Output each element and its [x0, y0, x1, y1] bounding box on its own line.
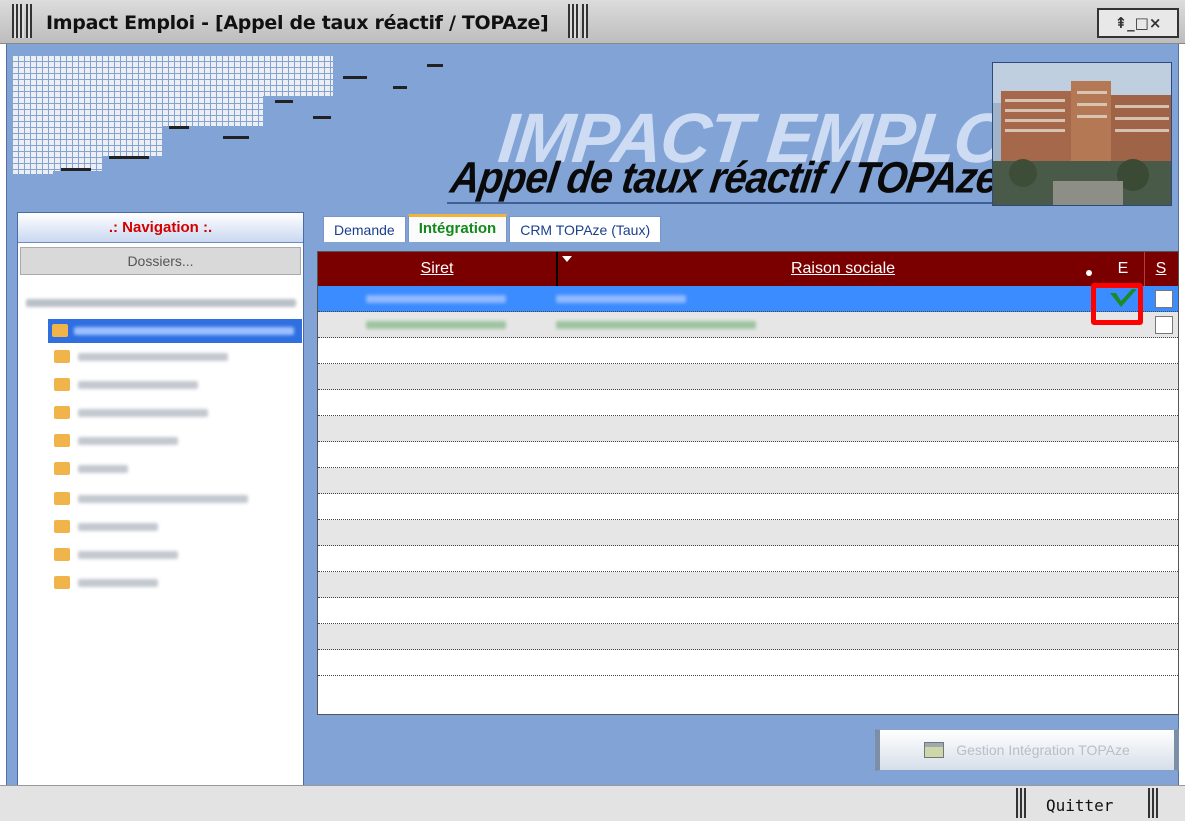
tree-item[interactable]	[54, 489, 294, 511]
table-icon	[924, 742, 945, 758]
column-header-e[interactable]: E	[1112, 252, 1134, 286]
dossiers-button[interactable]: Dossiers...	[20, 247, 301, 275]
application-window: Impact Emploi - [Appel de taux réactif /…	[0, 0, 1185, 821]
checkbox-s[interactable]	[1155, 316, 1173, 334]
navigation-title: .: Navigation :.	[18, 213, 303, 243]
redacted-text	[78, 409, 208, 417]
redacted-cell	[556, 321, 756, 329]
column-header-s[interactable]: S	[1150, 252, 1172, 286]
tree-item[interactable]	[54, 347, 294, 369]
folder-icon	[54, 462, 70, 475]
table-row[interactable]	[318, 624, 1178, 650]
tab-integration[interactable]: Intégration	[407, 214, 508, 242]
grip-icon	[568, 4, 580, 38]
table-row[interactable]	[318, 442, 1178, 468]
tree-item[interactable]	[54, 375, 294, 397]
folder-icon	[54, 434, 70, 447]
redacted-cell	[366, 321, 506, 329]
redacted-text	[78, 465, 128, 473]
tree-item[interactable]	[54, 403, 294, 425]
header-banner: IMPACT EMPLOI Appel de taux réactif / TO…	[6, 44, 1179, 208]
title-underline	[447, 202, 997, 204]
redacted-text	[78, 353, 228, 361]
redacted-text	[78, 579, 158, 587]
quitter-label: Quitter	[1046, 795, 1114, 815]
table-row[interactable]	[318, 520, 1178, 546]
folder-icon	[54, 378, 70, 391]
page-title: Appel de taux réactif / TOPAze	[447, 153, 1001, 203]
tab-bar: Demande Intégration CRM TOPAze (Taux)	[323, 214, 663, 242]
column-header-siret[interactable]: Siret	[318, 252, 556, 286]
table-row[interactable]	[318, 598, 1178, 624]
gestion-integration-button[interactable]: Gestion Intégration TOPAze	[875, 729, 1179, 771]
table-row[interactable]	[318, 390, 1178, 416]
grid-rows	[318, 286, 1178, 676]
grip-icon	[26, 4, 32, 38]
grip-icon	[12, 4, 24, 38]
table-row[interactable]	[318, 338, 1178, 364]
window-controls[interactable]: ⇞_□×	[1097, 8, 1179, 38]
tree-item-selected[interactable]	[48, 319, 302, 343]
table-row[interactable]	[318, 364, 1178, 390]
table-row[interactable]	[318, 494, 1178, 520]
folder-icon	[52, 324, 68, 337]
table-row[interactable]	[318, 650, 1178, 676]
title-bar[interactable]: Impact Emploi - [Appel de taux réactif /…	[0, 0, 1185, 44]
column-header-raison-sociale[interactable]: Raison sociale	[558, 252, 1128, 286]
column-divider	[1144, 252, 1145, 286]
redacted-text	[26, 299, 296, 307]
table-row[interactable]	[318, 468, 1178, 494]
folder-icon	[54, 576, 70, 589]
table-row[interactable]	[318, 416, 1178, 442]
folder-icon	[54, 548, 70, 561]
integration-grid: Siret Raison sociale E S	[317, 251, 1179, 715]
pixel-logo-icon	[13, 56, 453, 196]
redacted-text	[78, 523, 158, 531]
grip-icon	[582, 4, 588, 38]
tree-root-item[interactable]	[22, 293, 300, 315]
tree-item[interactable]	[54, 431, 294, 453]
window-controls-glyphs[interactable]: ⇞_□×	[1115, 14, 1162, 32]
tree-item[interactable]	[54, 573, 294, 595]
window-title: Impact Emploi - [Appel de taux réactif /…	[46, 12, 549, 34]
highlight-box	[1091, 283, 1143, 325]
redacted-text	[78, 495, 248, 503]
status-bar: Quitter	[0, 785, 1185, 821]
table-row[interactable]	[318, 546, 1178, 572]
folder-icon	[54, 350, 70, 363]
gestion-integration-label: Gestion Intégration TOPAze	[956, 742, 1130, 758]
tab-crm-topaze[interactable]: CRM TOPAze (Taux)	[509, 216, 662, 242]
tree-item[interactable]	[54, 517, 294, 539]
redacted-text	[78, 551, 178, 559]
dot-icon	[1086, 270, 1092, 276]
grid-header: Siret Raison sociale E S	[318, 252, 1178, 286]
tree-item[interactable]	[54, 459, 294, 481]
grip-icon	[1148, 788, 1158, 818]
redacted-cell	[366, 295, 506, 303]
redacted-text	[74, 327, 294, 335]
main-body: .: Navigation :. Dossiers... Demande Int…	[6, 208, 1179, 786]
folder-icon	[54, 520, 70, 533]
quitter-button[interactable]: Quitter	[1034, 792, 1144, 818]
navigation-panel: .: Navigation :. Dossiers...	[17, 212, 304, 786]
folder-icon	[54, 406, 70, 419]
tab-demande[interactable]: Demande	[323, 216, 406, 242]
building-photo	[992, 62, 1172, 206]
redacted-text	[78, 381, 198, 389]
table-row[interactable]	[318, 312, 1178, 338]
table-row-selected[interactable]	[318, 286, 1178, 312]
folder-icon	[54, 492, 70, 505]
tree-item[interactable]	[54, 545, 294, 567]
table-row[interactable]	[318, 572, 1178, 598]
redacted-cell	[556, 295, 686, 303]
redacted-text	[78, 437, 178, 445]
grip-icon	[1016, 788, 1026, 818]
checkbox-s[interactable]	[1155, 290, 1173, 308]
